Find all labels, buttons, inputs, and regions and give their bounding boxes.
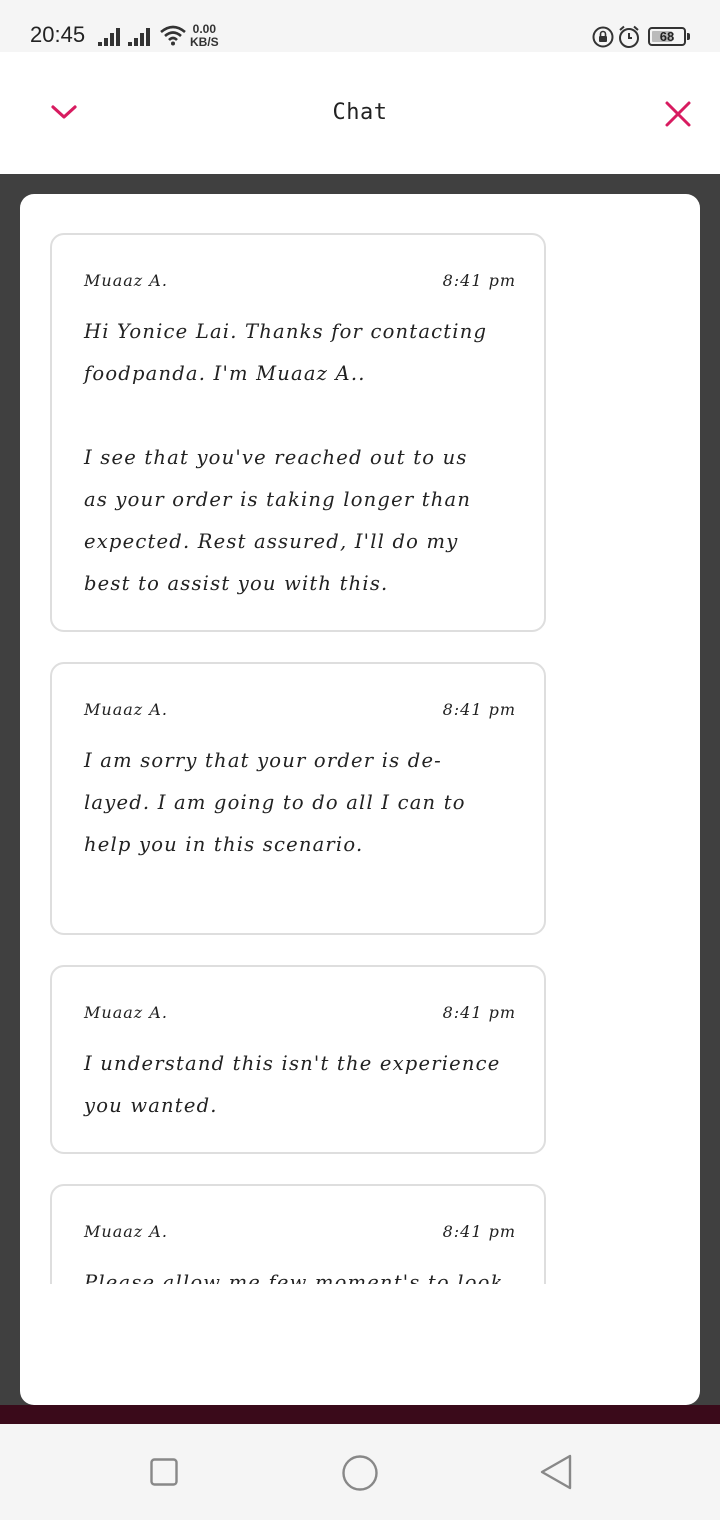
message-text: Please allow me few moment's to look: [84, 1271, 504, 1284]
message-sender: Muaaz A.: [84, 700, 168, 719]
message-time: 8:41 pm: [442, 271, 516, 290]
message-sender: Muaaz A.: [84, 1222, 168, 1241]
battery-icon: 68: [648, 27, 686, 46]
status-time: 20:45: [30, 22, 86, 47]
alarm-icon: [619, 25, 639, 48]
message-card: Muaaz A. 8:41 pm I understand this isn't…: [50, 965, 546, 1154]
message-sender: Muaaz A.: [84, 271, 168, 290]
message-card: Muaaz A. 8:41 pm Hi Yonice Lai. Thanks f…: [50, 233, 546, 632]
square-recent-apps-icon[interactable]: [150, 1458, 178, 1486]
circle-home-icon[interactable]: [341, 1454, 379, 1492]
system-nav-bar: [0, 1424, 720, 1520]
triangle-back-icon[interactable]: [538, 1454, 574, 1490]
message-time: 8:41 pm: [442, 1003, 516, 1022]
message-card: Muaaz A. 8:41 pm Please allow me few mom…: [50, 1184, 546, 1284]
accent-strip: [0, 1405, 720, 1424]
network-speed: 0.00 KB/S: [190, 23, 219, 49]
battery-tip: [687, 33, 690, 40]
message-text: I am sorry that your order is de- layed.…: [84, 749, 466, 856]
wifi-icon: [160, 25, 186, 46]
page-title: Chat: [332, 100, 388, 125]
message-time: 8:41 pm: [442, 700, 516, 719]
chat-header: Chat: [0, 52, 720, 174]
signal-strength-icon-2: [128, 28, 150, 46]
message-time: 8:41 pm: [442, 1222, 516, 1241]
chat-sheet: Muaaz A. 8:41 pm Hi Yonice Lai. Thanks f…: [20, 194, 700, 1405]
status-bar: 20:45 0.00 KB/S 68: [0, 0, 720, 52]
battery-level: 68: [659, 29, 675, 44]
network-speed-unit: KB/S: [190, 35, 219, 49]
signal-strength-icon: [98, 28, 120, 46]
message-list[interactable]: Muaaz A. 8:41 pm Hi Yonice Lai. Thanks f…: [20, 194, 700, 1284]
rotation-lock-icon: [592, 26, 614, 48]
message-sender: Muaaz A.: [84, 1003, 168, 1022]
close-icon[interactable]: [664, 100, 692, 128]
message-text: Hi Yonice Lai. Thanks for contacting foo…: [84, 320, 488, 595]
message-text: I understand this isn't the experience y…: [84, 1052, 501, 1117]
message-card: Muaaz A. 8:41 pm I am sorry that your or…: [50, 662, 546, 935]
